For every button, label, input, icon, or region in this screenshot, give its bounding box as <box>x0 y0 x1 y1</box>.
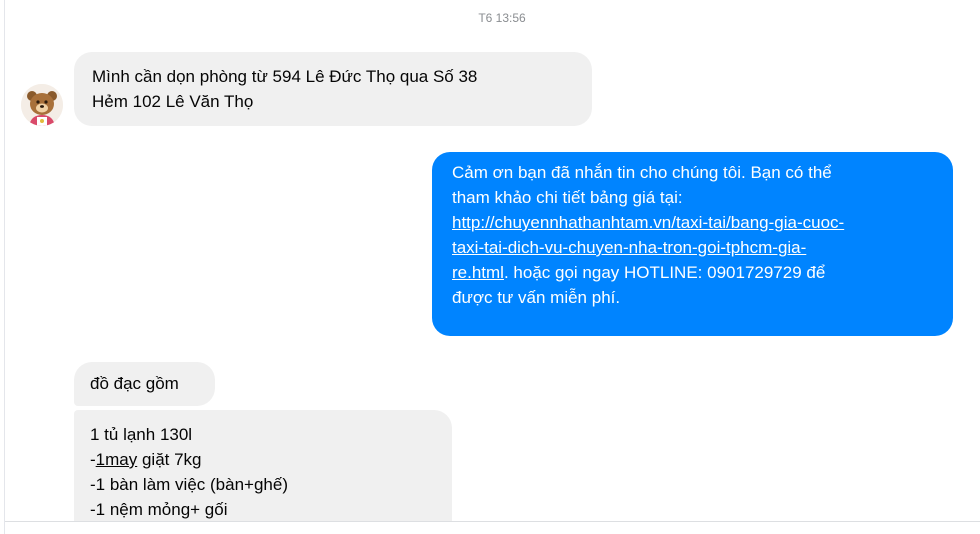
message-timestamp: T6 13:56 <box>478 11 526 25</box>
message-text-line: đồ đạc gồm <box>90 374 179 393</box>
message-text-line: 1 tủ lạnh 130l <box>90 425 193 444</box>
hotline-text: . hoặc gọi ngay HOTLINE: 0901729729 để <box>503 263 826 282</box>
message-text-line: -1 nệm mỏng+ gối <box>90 500 228 519</box>
message-text-line: tham khảo chi tiết bảng giá tại: <box>452 188 683 207</box>
message-text-fragment: giặt 7kg <box>137 450 202 469</box>
incoming-message-bubble[interactable]: Mình cần dọn phòng từ 594 Lê Đức Thọ qua… <box>74 52 592 126</box>
pricing-link[interactable]: http://chuyennhathanhtam.vn/taxi-tai/ban… <box>452 213 844 232</box>
incoming-message-bubble[interactable]: 1 tủ lạnh 130l -1may giặt 7kg -1 bàn làm… <box>74 410 452 534</box>
message-text-line: Mình cần dọn phòng từ 594 Lê Đức Thọ qua… <box>92 67 478 86</box>
message-text-line: -1 bàn làm việc (bàn+ghế) <box>90 475 288 494</box>
message-text-line: -1may giặt 7kg <box>90 447 436 472</box>
contact-avatar[interactable] <box>21 84 63 126</box>
outgoing-message-bubble[interactable]: Cảm ơn bạn đã nhắn tin cho chúng tôi. Bạ… <box>432 152 953 336</box>
misspelled-word: 1may <box>95 450 138 469</box>
message-text-line: được tư vấn miễn phí. <box>452 288 621 307</box>
incoming-message-bubble[interactable]: đồ đạc gồm <box>74 362 215 406</box>
pricing-link[interactable]: taxi-tai-dich-vu-chuyen-nha-tron-goi-tph… <box>452 238 806 257</box>
pricing-link[interactable]: re.html <box>452 263 504 282</box>
panel-divider <box>4 0 5 534</box>
message-text-line: Hẻm 102 Lê Văn Thọ <box>92 92 254 111</box>
composer-edge <box>5 521 980 534</box>
message-text-line: Cảm ơn bạn đã nhắn tin cho chúng tôi. Bạ… <box>452 163 832 182</box>
bear-avatar-icon <box>21 84 63 126</box>
